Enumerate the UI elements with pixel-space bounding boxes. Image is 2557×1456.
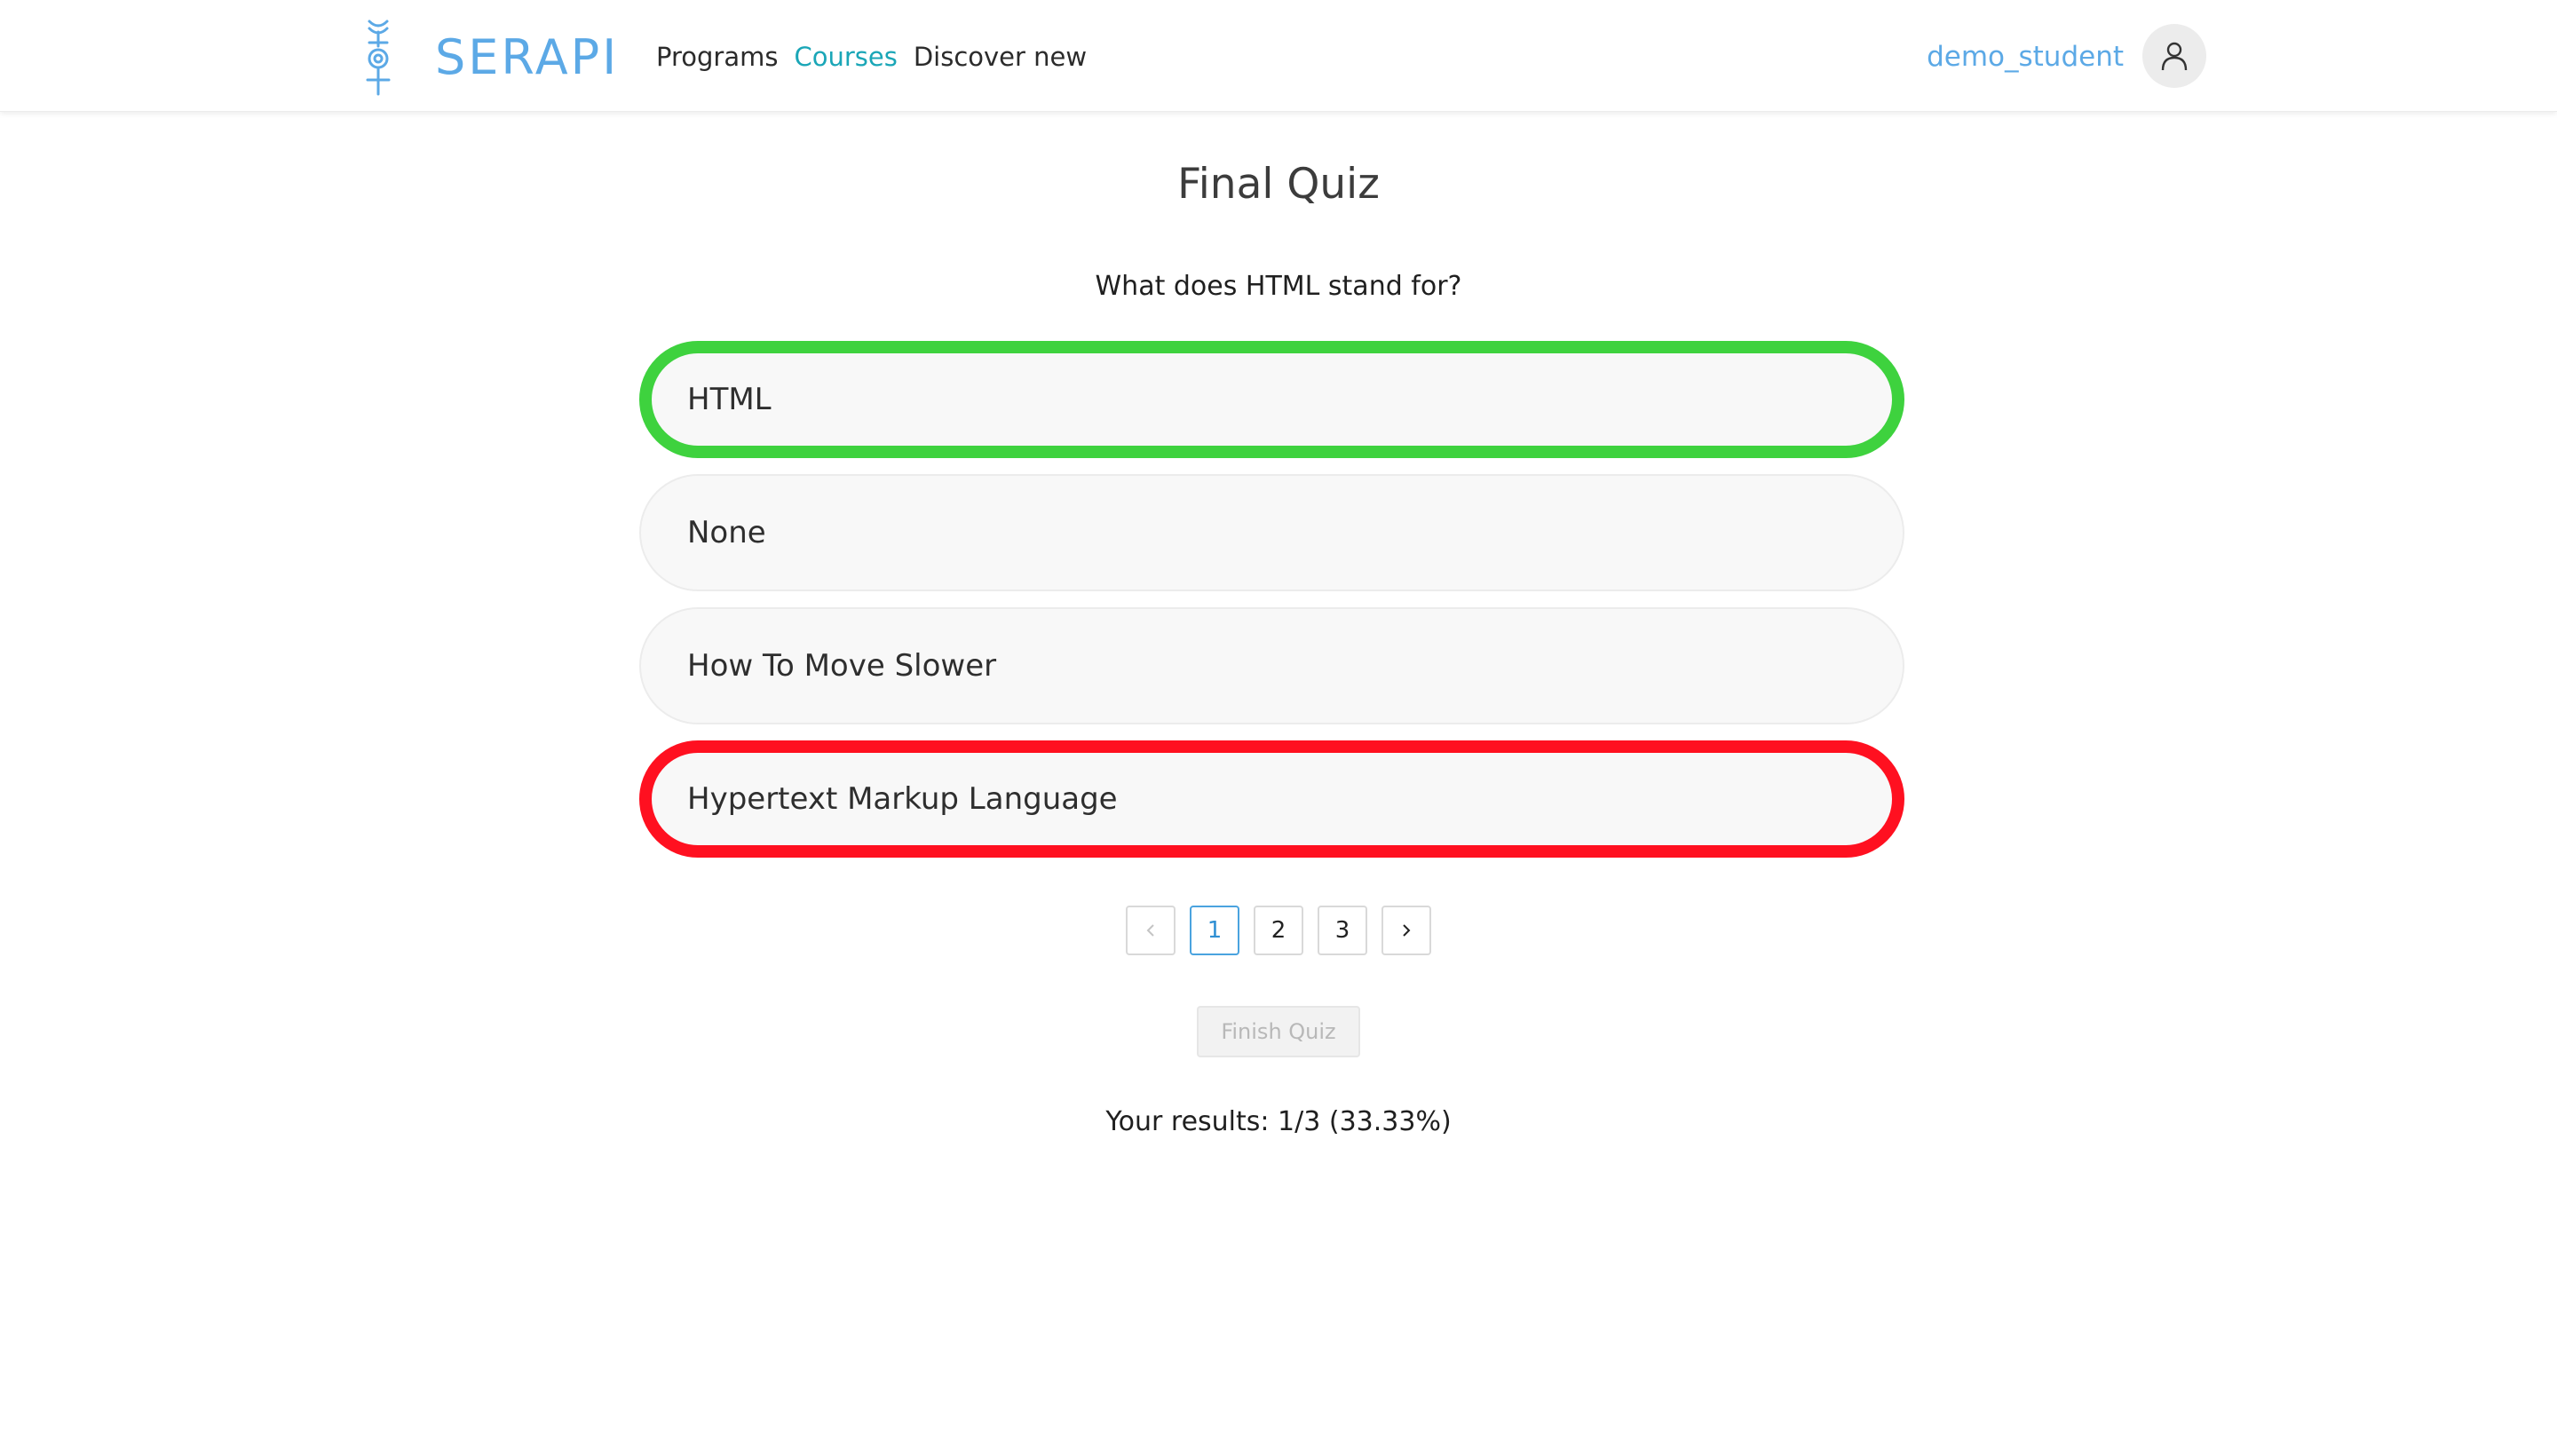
answer-label: HTML <box>687 382 772 417</box>
next-page-button[interactable] <box>1381 906 1431 955</box>
brand-name: SERAPI <box>435 28 620 85</box>
chevron-left-icon <box>1146 924 1154 937</box>
user-icon <box>2161 42 2188 71</box>
answer-label: How To Move Slower <box>687 648 997 684</box>
pagination: 1 2 3 <box>1126 906 1445 955</box>
main-nav: Programs Courses Discover new <box>656 34 1103 80</box>
page-button-1[interactable]: 1 <box>1190 906 1239 955</box>
page-title: Final Quiz <box>1177 160 1380 209</box>
answer-label: Hypertext Markup Language <box>687 781 1118 817</box>
avatar[interactable] <box>2142 24 2206 88</box>
page-button-3[interactable]: 3 <box>1318 906 1367 955</box>
answer-label: None <box>687 515 766 550</box>
answer-option-correct[interactable]: HTML <box>639 341 1904 458</box>
question-text: What does HTML stand for? <box>1095 271 1462 302</box>
brand-logo[interactable]: SERAPI <box>359 18 619 96</box>
nav-courses[interactable]: Courses <box>794 42 897 72</box>
answer-option[interactable]: How To Move Slower <box>639 607 1904 724</box>
prev-page-button[interactable] <box>1126 906 1176 955</box>
answer-option-wrong[interactable]: Hypertext Markup Language <box>639 740 1904 858</box>
page-button-2[interactable]: 2 <box>1254 906 1303 955</box>
chevron-right-icon <box>1403 924 1411 937</box>
answer-option[interactable]: None <box>639 474 1904 591</box>
nav-programs[interactable]: Programs <box>656 42 778 72</box>
finish-quiz-button[interactable]: Finish Quiz <box>1197 1006 1360 1057</box>
results-text: Your results: 1/3 (33.33%) <box>1105 1106 1452 1137</box>
user-name-link[interactable]: demo_student <box>1927 34 2124 80</box>
nav-discover-new[interactable]: Discover new <box>914 42 1087 72</box>
serapi-symbol-icon <box>366 20 391 96</box>
top-navbar: SERAPI Programs Courses Discover new dem… <box>0 0 2557 112</box>
